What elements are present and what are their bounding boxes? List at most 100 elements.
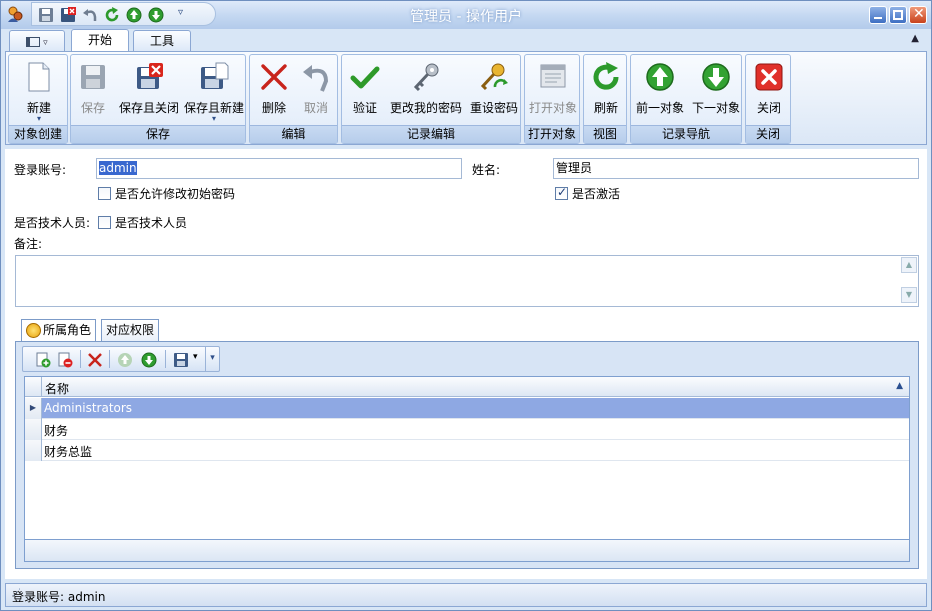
remark-scrollbar[interactable]: ▲ ▼ [901,257,917,305]
maximize-button[interactable] [889,6,907,24]
ribbon-group-record-edit: 验证 更改我的密码 重设密码 记录编辑 [341,54,521,144]
new-dropdown-icon[interactable]: ▾ [13,115,65,123]
prev-object-button[interactable]: 前一对象 [633,59,687,127]
login-field[interactable]: admin [96,158,462,179]
is-tech-label: 是否技术人员: [14,216,91,230]
grid-move-down-icon[interactable] [141,352,157,368]
ribbon: 新建 ▾ 对象创建 保存 保存且关闭 保存且新建 ▾ 保存 删除 取消 编辑 验… [5,51,927,145]
scroll-down-icon[interactable]: ▼ [901,287,917,303]
name-label: 姓名: [472,163,501,177]
open-window-icon [540,64,566,88]
grid-move-up-icon[interactable] [117,352,133,368]
open-object-button[interactable]: 打开对象 [527,59,579,127]
ribbon-group-navigation: 前一对象 下一对象 记录导航 [630,54,742,144]
group-label-edit: 编辑 [250,125,337,143]
tab-roles[interactable]: 所属角色 [21,319,97,342]
sort-ascending-icon: ▲ [896,381,903,391]
status-bar: 登录账号: admin ⋰ [5,583,927,607]
save-button[interactable]: 保存 [75,59,111,127]
is-tech-checkbox-label: 是否技术人员 [115,216,188,230]
save-icon [81,65,105,89]
delete-button[interactable]: 删除 [254,59,294,127]
group-label-open: 打开对象 [525,125,579,143]
key-reset-icon [480,63,508,91]
refresh-icon [593,62,619,90]
is-tech-box[interactable] [98,216,111,229]
reset-password-button[interactable]: 重设密码 [468,59,520,127]
title-bar: ▿ 管理员 - 操作用户 ✕ [1,1,931,29]
save-close-button[interactable]: 保存且关闭 [117,59,181,127]
ribbon-collapse-icon[interactable]: ▲ [911,33,919,44]
cancel-button[interactable]: 取消 [296,59,336,127]
grid-header: 名称 ▲ [25,377,909,397]
save-close-icon [137,63,163,89]
roles-panel: ▾ ▾ 名称 ▲ ▶ Administrators 财务 财务总监 [15,341,919,569]
save-new-icon [201,62,229,89]
ribbon-group-open: 打开对象 打开对象 [524,54,580,144]
table-row[interactable]: 财务 [25,419,909,440]
close-window-button[interactable]: ✕ [909,6,927,24]
link-remove-icon[interactable] [57,352,73,368]
link-add-icon[interactable] [35,352,51,368]
ribbon-group-view: 刷新 视图 [583,54,627,144]
ribbon-tab-row: ▿ 开始 工具 ▲ [5,29,927,51]
view-switcher-button[interactable]: ▿ [9,30,65,51]
refresh-button[interactable]: 刷新 [586,59,626,127]
ribbon-group-edit: 删除 取消 编辑 [249,54,338,144]
save-new-button[interactable]: 保存且新建 ▾ [183,59,245,127]
active-label: 是否激活 [572,187,621,201]
group-label-save: 保存 [71,125,245,143]
group-label-create: 对象创建 [9,125,67,143]
column-header-name[interactable]: 名称 [45,380,69,397]
delete-x-icon [261,64,287,90]
minimize-button[interactable] [869,6,887,24]
arrow-up-circle-icon [646,63,674,91]
active-box[interactable] [555,185,568,200]
close-icon [755,63,783,91]
save-new-dropdown-icon[interactable]: ▾ [183,115,245,123]
undo-icon [303,65,329,92]
next-object-button[interactable]: 下一对象 [689,59,743,127]
allow-change-password-checkbox[interactable]: 是否允许修改初始密码 [98,185,235,202]
active-checkbox[interactable]: 是否激活 [555,185,620,202]
scroll-up-icon[interactable]: ▲ [901,257,917,273]
keys-icon [413,63,439,92]
ribbon-group-save: 保存 保存且关闭 保存且新建 ▾ 保存 [70,54,246,144]
allow-change-password-label: 是否允许修改初始密码 [115,187,236,201]
panel-layout-icon [26,36,41,47]
window-title: 管理员 - 操作用户 [410,9,522,25]
change-my-password-button[interactable]: 更改我的密码 [388,59,464,127]
toolbar-overflow-icon[interactable]: ▾ [205,347,219,371]
allow-change-password-box[interactable] [98,187,111,200]
remark-textarea[interactable]: ▲ ▼ [15,255,919,307]
new-button[interactable]: 新建 ▾ [13,59,65,127]
name-field[interactable]: 管理员 [553,158,919,179]
checkmark-icon [350,66,380,89]
login-label: 登录账号: [14,163,67,177]
ribbon-group-create: 新建 ▾ 对象创建 [8,54,68,144]
grid-save-dropdown-icon[interactable]: ▾ [193,352,198,362]
detail-form: 登录账号: admin 姓名: 管理员 是否允许修改初始密码 是否激活 是否技术… [5,149,927,579]
tab-tools[interactable]: 工具 [133,30,191,51]
roles-smiley-icon [26,323,41,338]
grid-save-icon[interactable] [173,352,189,368]
table-row[interactable]: ▶ Administrators [25,398,909,419]
group-label-view: 视图 [584,125,626,143]
close-button[interactable]: 关闭 [748,59,790,127]
table-row[interactable]: 财务总监 [25,440,909,461]
grid-footer [25,539,909,561]
tab-permissions[interactable]: 对应权限 [101,319,160,341]
tab-start[interactable]: 开始 [71,29,129,51]
roles-grid: 名称 ▲ ▶ Administrators 财务 财务总监 [24,376,910,562]
grid-delete-icon[interactable] [87,352,103,368]
resize-grip-icon[interactable]: ⋰ [12,588,924,605]
remark-label: 备注: [14,237,43,251]
row-indicator-icon: ▶ [25,398,42,419]
group-label-close: 关闭 [746,125,790,143]
validate-button[interactable]: 验证 [346,59,384,127]
group-label-record-edit: 记录编辑 [342,125,520,143]
grid-toolbar: ▾ ▾ [22,346,220,372]
is-tech-checkbox[interactable]: 是否技术人员 [98,214,187,231]
group-label-navigation: 记录导航 [631,125,741,143]
arrow-down-circle-icon [702,63,730,91]
